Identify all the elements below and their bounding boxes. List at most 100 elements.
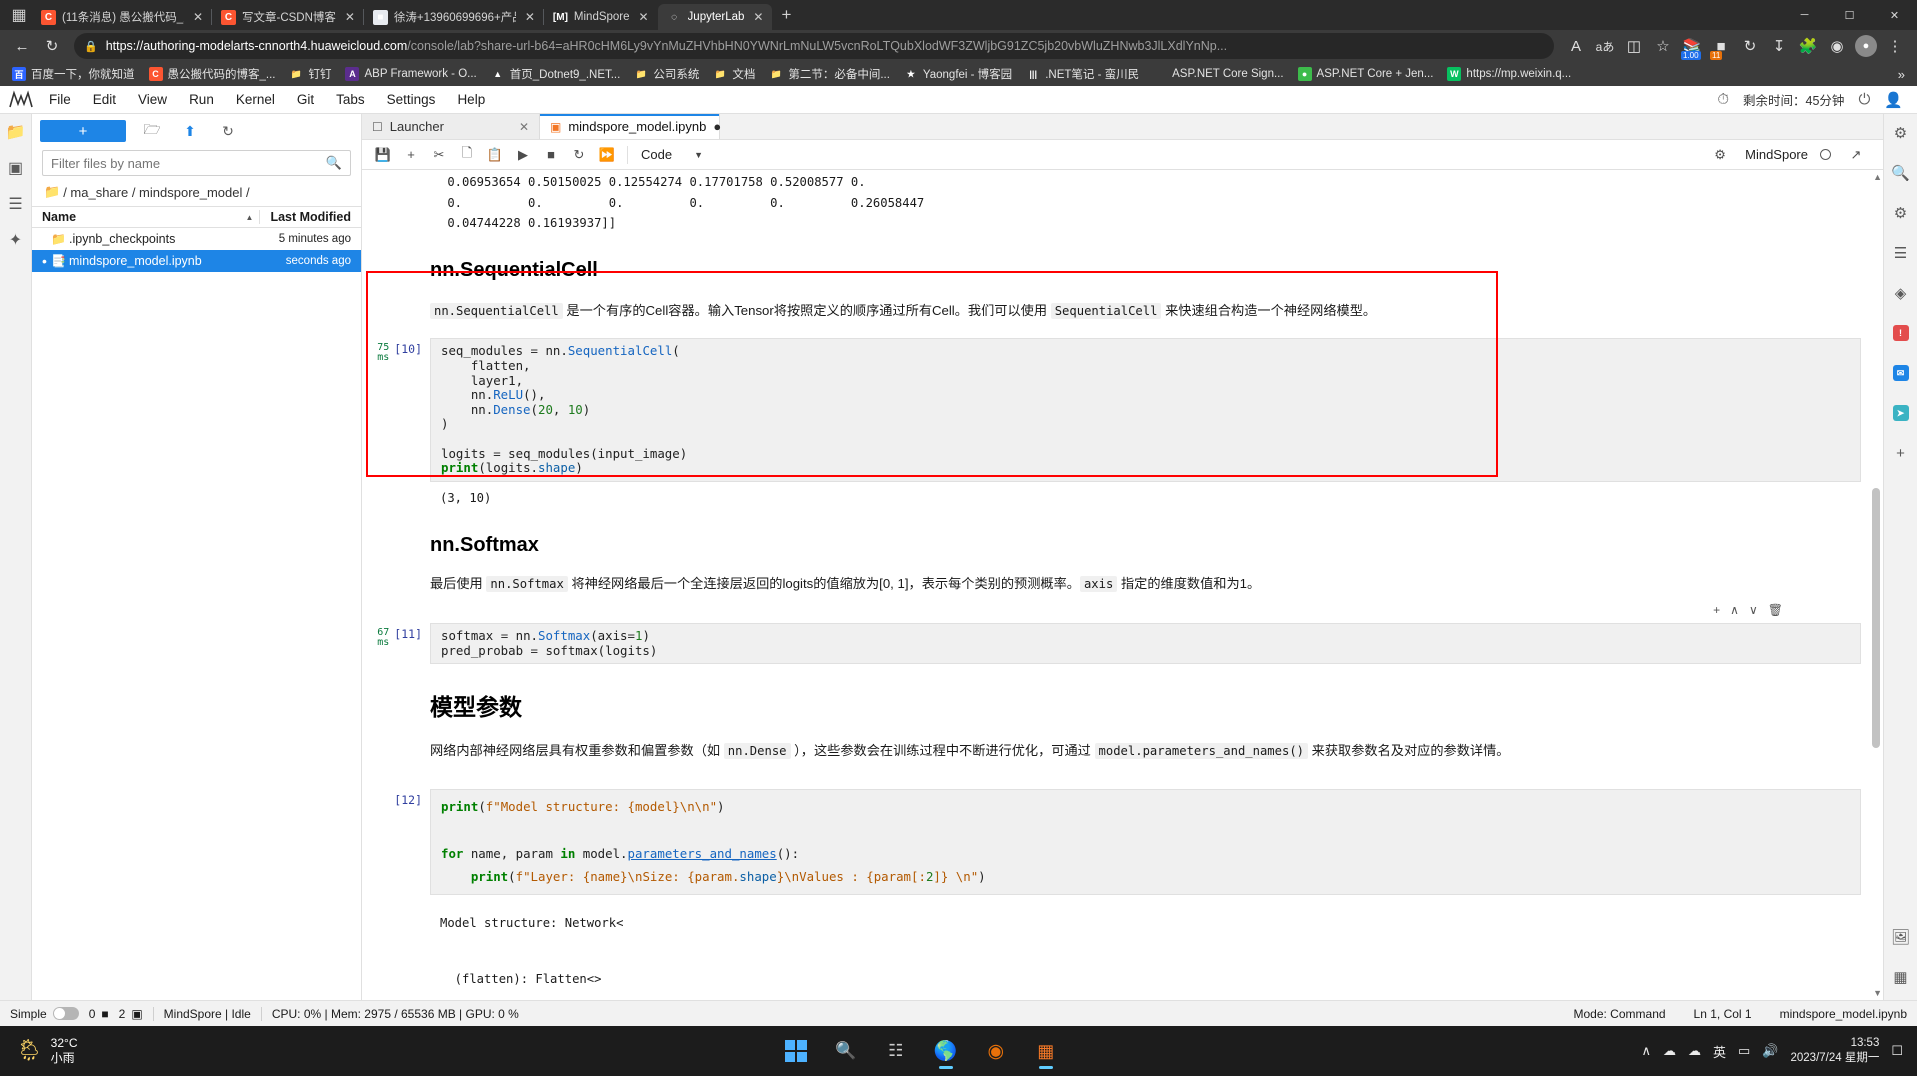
history-icon[interactable]: ↻ — [1736, 32, 1764, 60]
breadcrumb[interactable]: 📁 / ma_share / mindspore_model / — [32, 182, 361, 206]
copy-icon[interactable]: 🗋 — [454, 143, 480, 167]
new-tab-button[interactable]: + — [772, 2, 800, 28]
scroll-down-arrow-icon[interactable]: ▼ — [1873, 988, 1882, 998]
maximize-button[interactable]: ☐ — [1827, 0, 1872, 30]
new-launcher-button[interactable]: + — [40, 120, 126, 142]
split-screen-icon[interactable]: ◫ — [1620, 32, 1648, 60]
cut-icon[interactable]: ✂ — [426, 143, 452, 167]
close-icon[interactable]: ✕ — [190, 9, 206, 25]
folder-icon[interactable]: 📁 — [4, 120, 28, 144]
translate-icon[interactable]: aあ — [1591, 32, 1619, 60]
cell-code-12[interactable]: [12] print(f"Model structure: {model}\n\… — [362, 767, 1883, 1000]
read-aloud-icon[interactable]: A — [1562, 32, 1590, 60]
cell-markdown-softmax[interactable]: 最后使用 nn.Softmax 将神经网络最后一个全连接层返回的logits的值… — [362, 563, 1883, 599]
browser-tab-3[interactable]: [M] MindSpore ✕ — [542, 4, 658, 30]
scrollbar-thumb[interactable] — [1872, 488, 1880, 748]
collections-icon[interactable]: 📚 1.00 — [1678, 32, 1706, 60]
bookmark-item[interactable]: ASP.NET Core Sign... — [1147, 65, 1289, 83]
extension-badge-icon[interactable]: ■ 11 — [1707, 32, 1735, 60]
refresh-icon[interactable]: ↻ — [216, 120, 240, 142]
menu-run[interactable]: Run — [178, 89, 225, 110]
bookmark-item[interactable]: 百百度一下，你就知道 — [6, 64, 141, 84]
kernel-count-badge[interactable]: 0 ■ — [89, 1007, 109, 1021]
onedrive-icon[interactable]: ☁ — [1688, 1043, 1701, 1059]
running-icon[interactable]: ▣ — [4, 156, 28, 180]
close-icon[interactable]: ✕ — [519, 120, 529, 134]
column-header-modified[interactable]: Last Modified — [259, 210, 351, 224]
address-bar[interactable]: 🔒 https://authoring-modelarts-cnnorth4.h… — [74, 33, 1554, 59]
cell-heading-sequentialcell[interactable]: nn.SequentialCell — [362, 237, 1883, 288]
notification-center-icon[interactable]: ☐ — [1891, 1043, 1903, 1059]
file-row-checkpoints[interactable]: 📁 .ipynb_checkpoints 5 minutes ago — [32, 228, 361, 250]
simple-mode-toggle[interactable]: Simple — [10, 1007, 79, 1021]
toggle-switch[interactable] — [52, 1007, 79, 1020]
menu-help[interactable]: Help — [446, 89, 496, 110]
volume-icon[interactable]: 🔊 — [1762, 1043, 1778, 1059]
browser-menu-icon[interactable]: ⋮ — [1881, 32, 1909, 60]
cell-code-10[interactable]: 75 ms [10] seq_modules = nn.SequentialCel… — [362, 326, 1883, 511]
minimize-button[interactable]: ─ — [1782, 0, 1827, 30]
save-icon[interactable]: 💾 — [370, 143, 396, 167]
bookmark-item[interactable]: ||| .NET笔记 - 蛮川民 — [1020, 64, 1145, 84]
notification-icon[interactable]: ! — [1888, 320, 1914, 346]
browser-tab-2[interactable]: ■ 徐涛+13960699696+产品体验评 ✕ — [362, 4, 544, 30]
weather-widget[interactable]: 🌦 32°C 小雨 — [0, 1036, 200, 1066]
bookmark-item[interactable]: Whttps://mp.weixin.q... — [1441, 65, 1577, 83]
start-icon[interactable] — [777, 1032, 815, 1070]
cell-markdown-model-params[interactable]: 网络内部神经网络层具有权重参数和偏置参数（如 nn.Dense ），这些参数会在… — [362, 728, 1883, 766]
notebook-scroll-area[interactable]: 0.06953654 0.50150025 0.12554274 0.17701… — [362, 170, 1883, 1000]
kernel-name-label[interactable]: MindSpore — [1745, 147, 1808, 162]
dock-tab-launcher[interactable]: ☐ Launcher ✕ — [362, 114, 540, 139]
close-icon[interactable]: ✕ — [636, 9, 652, 25]
profile-avatar[interactable]: ● — [1852, 32, 1880, 60]
task-view-icon[interactable]: ☷ — [877, 1032, 915, 1070]
back-icon[interactable]: ← — [8, 32, 36, 60]
menu-tabs[interactable]: Tabs — [325, 89, 376, 110]
bookmarks-overflow-icon[interactable]: » — [1892, 67, 1911, 82]
dock-tab-notebook[interactable]: ▣ mindspore_model.ipynb ● — [540, 114, 721, 139]
edge-icon[interactable]: 🌎 — [927, 1032, 965, 1070]
browser-tab-1[interactable]: C 写文章-CSDN博客 ✕ — [211, 4, 364, 30]
menu-view[interactable]: View — [127, 89, 178, 110]
close-icon[interactable]: ✕ — [750, 9, 766, 25]
cell-code-11[interactable]: + ∧ ∨ 🗑 67 ms [11] softmax = nn.Softmax(… — [362, 599, 1883, 665]
notebook-scrollbar[interactable] — [1871, 170, 1881, 1000]
send-icon[interactable]: ➤ — [1888, 400, 1914, 426]
bookmark-item[interactable]: 📁 钉钉 — [283, 64, 337, 84]
jupyter-taskbar-icon[interactable]: ▦ — [1027, 1032, 1065, 1070]
favorite-star-icon[interactable]: ☆ — [1649, 32, 1677, 60]
commands-icon[interactable]: ☰ — [4, 192, 28, 216]
menu-kernel[interactable]: Kernel — [225, 89, 286, 110]
ime-indicator[interactable]: 英 — [1713, 1042, 1726, 1061]
restart-kernel-icon[interactable]: ↻ — [566, 143, 592, 167]
user-icon[interactable]: 👤 — [1884, 91, 1903, 109]
file-row-notebook[interactable]: • 📑 mindspore_model.ipynb seconds ago — [32, 250, 361, 272]
cell-type-select[interactable]: Code ▼ — [635, 144, 709, 166]
property-inspector-icon[interactable]: ⚙ — [1888, 120, 1914, 146]
cell-heading-model-params[interactable]: 模型参数 — [362, 664, 1883, 728]
gear-icon[interactable]: ⚙ — [1707, 143, 1733, 167]
menu-settings[interactable]: Settings — [376, 89, 447, 110]
bookmark-item[interactable]: 📁 文档 — [707, 64, 761, 84]
file-filter-box[interactable]: 🔍 — [42, 150, 351, 176]
add-icon[interactable]: + — [1888, 440, 1914, 466]
bookmark-item[interactable]: 📁 公司系统 — [628, 64, 705, 84]
battery-icon[interactable]: ▭ — [1738, 1043, 1750, 1059]
extensions-icon[interactable]: ✦ — [4, 228, 28, 252]
paste-icon[interactable]: 📋 — [482, 143, 508, 167]
search-icon[interactable]: 🔍 — [1888, 160, 1914, 186]
downloads-icon[interactable]: ↧ — [1765, 32, 1793, 60]
power-icon[interactable]: ⏻ — [1858, 91, 1870, 108]
insert-cell-icon[interactable]: + — [398, 143, 424, 167]
restart-run-all-icon[interactable]: ⏩ — [594, 143, 620, 167]
share-icon[interactable]: ↗ — [1843, 143, 1869, 167]
image-icon[interactable]: 🖼 — [1888, 924, 1914, 950]
menu-edit[interactable]: Edit — [82, 89, 127, 110]
cell-markdown-sequentialcell[interactable]: nn.SequentialCell 是一个有序的Cell容器。输入Tensor将… — [362, 288, 1883, 326]
table-icon[interactable]: ▦ — [1888, 964, 1914, 990]
move-cell-down-icon[interactable]: ∨ — [1749, 603, 1758, 617]
menu-file[interactable]: File — [38, 89, 82, 110]
bookmark-item[interactable]: A ABP Framework - O... — [339, 65, 482, 83]
kernel-status[interactable]: MindSpore | Idle — [164, 1007, 251, 1021]
delete-cell-icon[interactable]: 🗑 — [1768, 603, 1783, 617]
